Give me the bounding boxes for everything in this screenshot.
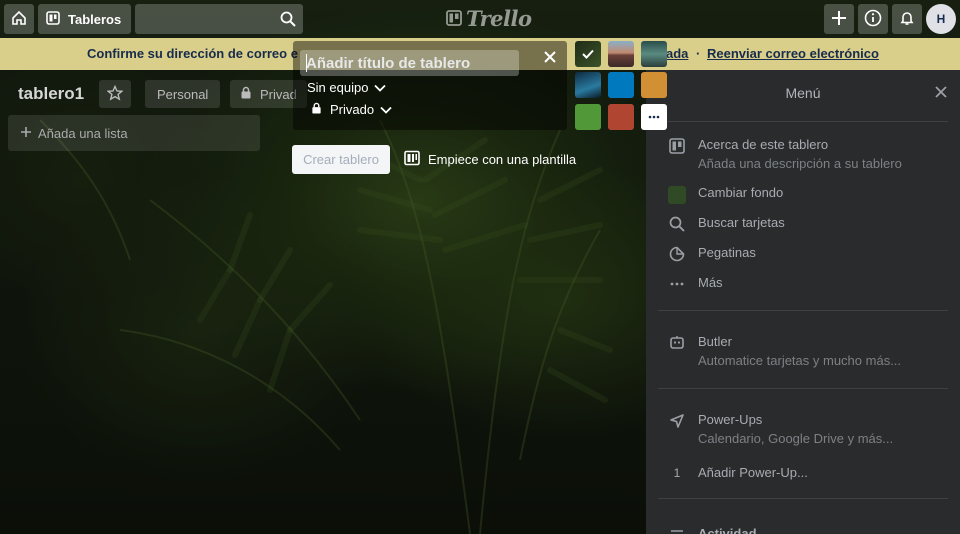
menu-item-stickers[interactable]: Pegatinas <box>668 245 756 262</box>
menu-item-label: Power-Ups <box>698 412 763 427</box>
banner-separator: · <box>696 46 701 61</box>
add-list-label: Añada una lista <box>38 125 128 141</box>
menu-item-label: Butler <box>698 334 732 349</box>
menu-item-label: Acerca de este tablero <box>698 137 829 152</box>
menu-item-about[interactable]: Acerca de este tablero Añada una descrip… <box>668 137 902 171</box>
swatch-orange[interactable] <box>641 72 667 98</box>
chevron-down-icon <box>374 80 387 95</box>
swatch-photo-wave[interactable] <box>575 72 601 98</box>
star-button[interactable] <box>99 80 131 108</box>
top-header: Tableros Trello H <box>0 0 960 38</box>
board-icon <box>668 137 686 171</box>
banner-text: Confirme su dirección de correo e <box>87 46 298 61</box>
home-button[interactable] <box>4 4 34 34</box>
chevron-down-icon <box>380 102 392 117</box>
avatar[interactable]: H <box>926 4 956 34</box>
activity-icon <box>668 526 686 534</box>
swatch-red[interactable] <box>608 104 634 130</box>
sticker-icon <box>668 245 686 262</box>
plus-icon <box>20 126 32 141</box>
text-caret <box>306 54 307 72</box>
home-icon <box>11 10 27 29</box>
swatch-blue[interactable] <box>608 72 634 98</box>
board-title-input[interactable] <box>300 50 519 76</box>
menu-item-butler[interactable]: Butler Automatice tarjetas y mucho más..… <box>668 334 901 368</box>
banner-link-partial[interactable]: ada <box>666 46 688 61</box>
resend-email-link[interactable]: Reenviar correo electrónico <box>707 46 879 61</box>
visibility-select[interactable]: Privado <box>311 102 392 117</box>
boards-label: Tableros <box>68 11 122 27</box>
check-icon <box>582 49 594 59</box>
menu-item-powerups[interactable]: Power-Ups Calendario, Google Drive y más… <box>668 412 893 446</box>
info-icon <box>864 9 882 30</box>
search-icon <box>668 215 686 232</box>
more-icon <box>668 275 686 292</box>
menu-close-button[interactable] <box>934 85 948 102</box>
menu-title: Menú <box>785 85 821 101</box>
create-board-close-button[interactable] <box>543 50 557 67</box>
board-icon <box>46 10 60 28</box>
info-button[interactable] <box>858 4 888 34</box>
menu-item-label: Buscar tarjetas <box>698 215 785 230</box>
board-team-button[interactable]: Personal <box>145 80 221 108</box>
menu-item-label: Añadir Power-Up... <box>698 465 808 480</box>
swatch-photo-dark-green[interactable] <box>575 41 601 67</box>
menu-item-activity[interactable]: Actividad <box>668 526 757 534</box>
menu-item-change-background[interactable]: Cambiar fondo <box>668 185 783 204</box>
menu-divider <box>658 310 948 311</box>
template-icon <box>404 150 420 169</box>
boards-button[interactable]: Tableros <box>38 4 132 34</box>
board-visibility-label: Privad <box>260 86 297 102</box>
menu-item-add-powerup[interactable]: 1 Añadir Power-Up... <box>668 465 808 480</box>
trello-logo[interactable]: Trello <box>446 6 532 31</box>
menu-item-label: Más <box>698 275 723 290</box>
menu-item-more[interactable]: Más <box>668 275 723 292</box>
lock-icon <box>311 102 322 117</box>
visibility-select-label: Privado <box>330 102 375 117</box>
search-input[interactable] <box>135 4 304 34</box>
notifications-button[interactable] <box>892 4 922 34</box>
swatch-green[interactable] <box>575 104 601 130</box>
menu-item-sub: Automatice tarjetas y mucho más... <box>698 353 902 368</box>
create-button[interactable] <box>824 4 854 34</box>
board-title[interactable]: tablero1 <box>18 84 84 104</box>
bell-icon <box>899 10 915 29</box>
star-icon <box>106 84 124 104</box>
logo-text: Trello <box>466 6 532 31</box>
menu-item-label: Actividad <box>698 526 757 534</box>
menu-divider <box>658 498 948 499</box>
menu-item-sub: Añada una descripción a su tablero <box>698 156 902 171</box>
butler-icon <box>668 334 686 368</box>
menu-item-label: Cambiar fondo <box>698 185 784 200</box>
swatch-photo-mountain[interactable] <box>641 41 667 67</box>
search-icon <box>280 11 296 30</box>
background-swatch-icon <box>668 185 686 204</box>
menu-item-search-cards[interactable]: Buscar tarjetas <box>668 215 785 232</box>
close-icon <box>543 51 557 67</box>
menu-item-label: Pegatinas <box>698 245 756 260</box>
template-link-label: Empiece con una plantilla <box>428 152 577 167</box>
close-icon <box>934 86 948 102</box>
board-menu-panel: Menú Acerca de este tablero Añada una de… <box>646 70 960 534</box>
team-select[interactable]: Sin equipo <box>307 80 387 95</box>
plus-icon <box>831 10 847 29</box>
start-with-template-link[interactable]: Empiece con una plantilla <box>404 150 576 169</box>
team-select-label: Sin equipo <box>307 80 369 95</box>
menu-divider <box>658 388 948 389</box>
swatch-photo-road[interactable] <box>608 41 634 67</box>
menu-item-sub: Calendario, Google Drive y más... <box>698 431 894 446</box>
add-list-button[interactable]: Añada una lista <box>8 115 260 151</box>
menu-divider <box>658 121 948 122</box>
create-board-submit-button[interactable]: Crear tablero <box>292 145 390 174</box>
more-icon <box>648 115 660 119</box>
powerup-count: 1 <box>673 466 681 480</box>
lock-icon <box>240 86 252 102</box>
rocket-icon <box>668 412 686 446</box>
trello-logo-icon <box>446 6 462 31</box>
swatch-more[interactable] <box>641 104 667 130</box>
